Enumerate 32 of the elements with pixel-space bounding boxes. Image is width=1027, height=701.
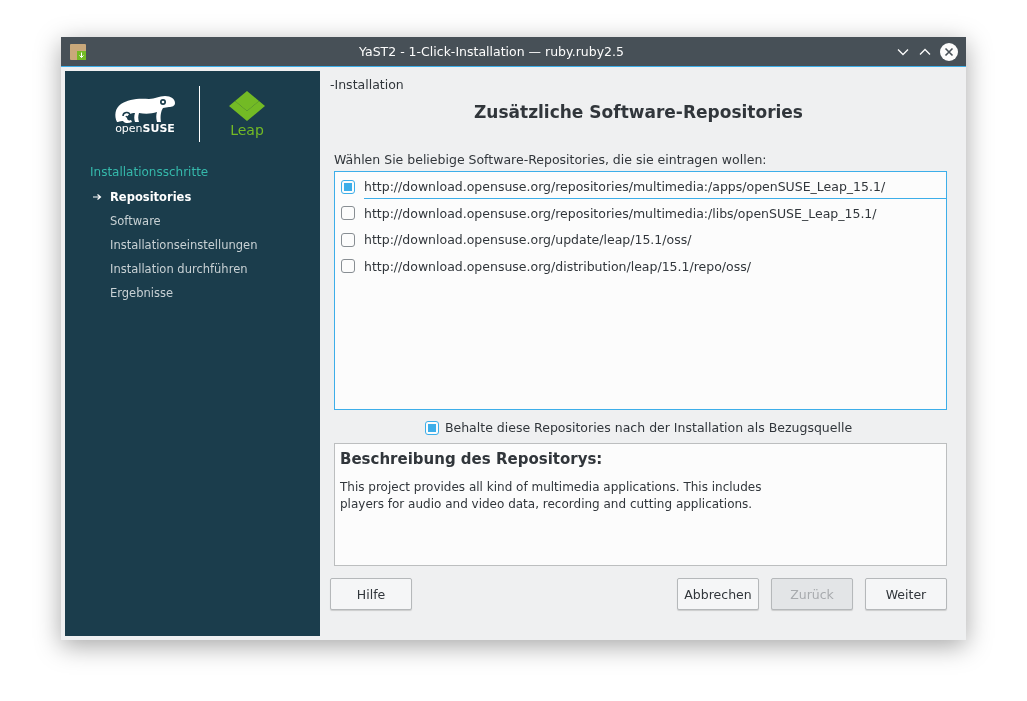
layers-icon [227, 90, 267, 122]
step-label: Repositories [110, 190, 192, 204]
list-label: Wählen Sie beliebige Software-Repositories, die sie eintragen wollen: [334, 152, 768, 167]
step-label: Ergebnisse [110, 286, 173, 300]
checkbox[interactable] [424, 420, 439, 435]
close-icon[interactable] [940, 42, 958, 61]
description-text: This project provides all kind of multimedia applications. This includes [340, 479, 763, 496]
repository-item[interactable]: http://download.opensuse.org/distribution/leap/15.1/repo/oss/ [364, 254, 946, 279]
chameleon-icon [113, 93, 177, 124]
description-text: players for audio and video data, recording and cutting applications. [340, 496, 754, 513]
product-logo-text: Leap [230, 122, 264, 138]
brand-logo-text: openSUSE [115, 121, 175, 135]
repository-item[interactable]: http://download.opensuse.org/repositories/multimedia:/apps/openSUSE_Leap_15.1/ [364, 174, 946, 200]
repository-item[interactable]: http://download.opensuse.org/update/leap/15.1/oss/ [364, 227, 946, 252]
page-heading: Zusätzliche Software-Repositories [473, 102, 804, 122]
checkbox-label[interactable]: Behalte diese Repositories nach der Installation als Bezugsquelle [444, 420, 853, 435]
window-title: YaST2 - 1-Click-Installation — ruby.ruby2.5 [358, 44, 625, 59]
dialog-button[interactable]: Weiter [865, 578, 947, 610]
step-label: Software [110, 214, 161, 228]
steps-heading: Installationsschritte [90, 165, 210, 179]
checkbox[interactable] [341, 259, 355, 274]
breadcrumb-text: -Installation [330, 77, 405, 92]
description-title: Beschreibung des Repositorys: [340, 450, 604, 468]
repository-item[interactable]: http://download.opensuse.org/repositories/multimedia:/libs/openSUSE_Leap_15.1/ [364, 201, 946, 226]
step-label: Installation durchführen [110, 262, 248, 276]
checkbox[interactable] [341, 179, 355, 194]
checkbox[interactable] [341, 232, 355, 247]
package-icon [69, 42, 87, 61]
dialog-button[interactable]: Hilfe [330, 578, 412, 610]
dialog-button[interactable]: Abbrechen [677, 578, 759, 610]
step-label: Installationseinstellungen [110, 238, 258, 252]
checkbox[interactable] [341, 206, 355, 221]
